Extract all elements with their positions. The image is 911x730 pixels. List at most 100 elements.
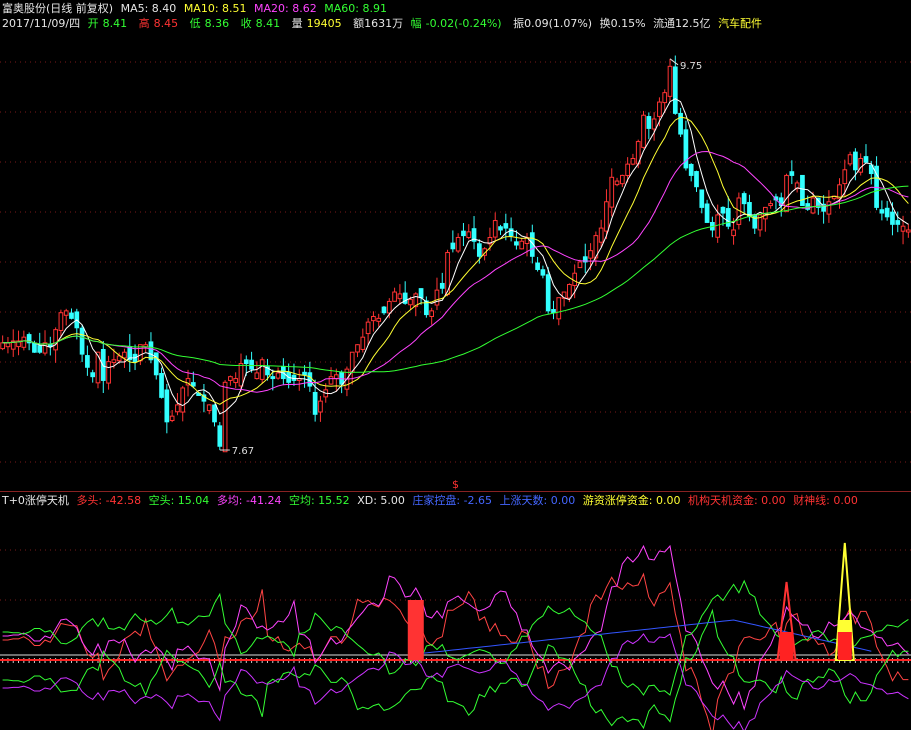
price-chart[interactable]: 9.75 7.67 (0, 32, 911, 490)
candle-body (21, 336, 27, 348)
candle-body (355, 344, 360, 353)
candle (905, 223, 911, 238)
candle (455, 233, 461, 254)
indicator-chart[interactable] (0, 508, 911, 730)
turnover-label: 换0.15% (599, 17, 646, 30)
candle-body (847, 154, 853, 165)
low-key: 低 (189, 17, 201, 30)
price-grid (0, 61, 911, 463)
candle-body (715, 214, 721, 238)
jigou-label: 机构天机资金: 0.00 (687, 494, 786, 507)
candle-body (175, 404, 180, 413)
candle-body (503, 223, 509, 229)
spike-bar (407, 600, 424, 660)
open-value: 8.41 (102, 17, 128, 30)
candle-body (371, 315, 376, 322)
candle-body (169, 415, 175, 421)
candle-body (826, 201, 832, 215)
candle (212, 404, 217, 427)
candle (74, 308, 80, 340)
candle-body (365, 321, 371, 335)
candle (259, 357, 265, 384)
candle-body (731, 229, 736, 237)
sector-label[interactable]: 汽车配件 (718, 17, 762, 30)
candles (0, 55, 911, 453)
xd-label: XD: 5.00 (357, 494, 405, 507)
candle (672, 55, 678, 115)
candle-body (254, 372, 260, 380)
candle-body (0, 342, 6, 350)
candle-body (619, 174, 625, 185)
candle (434, 277, 440, 311)
candle-body (455, 236, 461, 252)
candle (651, 112, 657, 141)
candle (768, 200, 773, 209)
candle (201, 383, 207, 413)
candle (800, 174, 805, 207)
candle-body (492, 220, 498, 238)
youzi-label: 游资涨停资金: 0.00 (582, 494, 681, 507)
candle (413, 292, 419, 317)
volume-key: 量 (291, 17, 303, 30)
candle-body (800, 174, 805, 207)
candle-body (577, 261, 583, 269)
candle-body (307, 372, 313, 387)
candle (127, 334, 133, 372)
candle (471, 216, 477, 250)
candle (164, 383, 170, 434)
candle (498, 224, 503, 235)
candle-body (598, 227, 604, 243)
candle-body (180, 387, 186, 413)
ma10-label: MA10: 8.51 (183, 2, 247, 15)
candle-body (641, 114, 646, 148)
candle-body (106, 361, 111, 384)
candle-body (519, 240, 525, 250)
candle-body (667, 65, 673, 97)
candle-body (625, 163, 630, 176)
candle (16, 330, 21, 356)
candle (704, 199, 710, 223)
candle (349, 351, 355, 385)
candle-body (651, 118, 657, 130)
candle (275, 367, 281, 380)
high-pointer (669, 58, 679, 66)
candle-body (905, 229, 911, 233)
candle-body (604, 201, 609, 232)
candle-body (312, 391, 318, 415)
indicator-name[interactable]: T+0涨停天机 (2, 494, 69, 507)
candle-body (360, 336, 366, 350)
candle (233, 372, 239, 389)
candle-body (498, 226, 503, 231)
candle (519, 238, 525, 250)
candle (773, 193, 779, 210)
candle (694, 170, 699, 192)
candle-body (662, 92, 668, 104)
candle (826, 190, 832, 223)
candle (339, 370, 344, 394)
candle (789, 160, 795, 185)
candle (535, 256, 540, 272)
candle-body (450, 242, 456, 250)
candle-body (725, 208, 731, 227)
candle-body (699, 189, 705, 208)
candle-body (567, 284, 572, 299)
candle (392, 287, 397, 302)
candle (688, 163, 694, 182)
candle (318, 395, 323, 422)
candle-body (752, 214, 758, 229)
header-row-2: 2017/11/09/四 开 8.41 高 8.45 低 8.36 收 8.41 量 19… (2, 16, 766, 32)
candle (418, 288, 424, 305)
close-value: 8.41 (255, 17, 281, 30)
candle-body (900, 225, 906, 232)
candle-body (58, 312, 64, 331)
candle-body (688, 163, 694, 176)
candle-body (159, 373, 164, 398)
candle-body (609, 176, 615, 208)
candle (450, 230, 456, 253)
candle (10, 329, 16, 357)
candle-body (863, 156, 869, 163)
candle-body (90, 372, 96, 378)
candle (58, 309, 64, 338)
candle-body (53, 329, 58, 351)
candle (79, 325, 85, 363)
